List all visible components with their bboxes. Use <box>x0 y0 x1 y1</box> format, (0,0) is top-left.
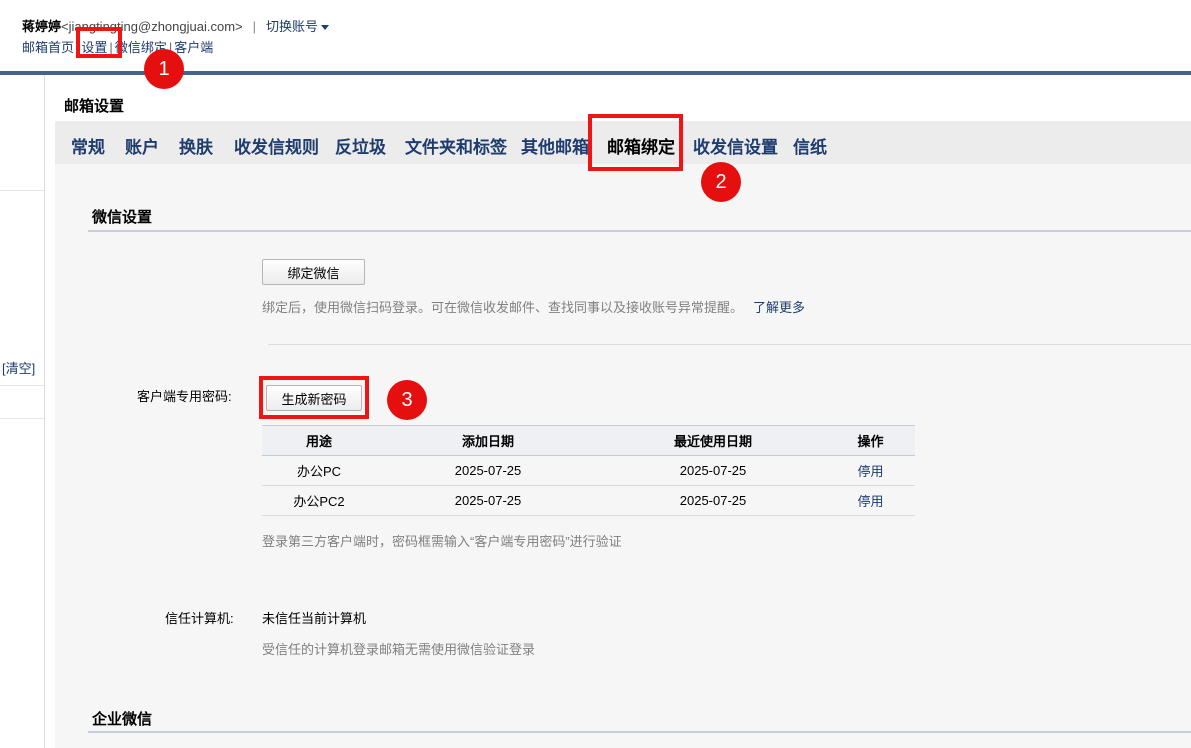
client-password-table: 用途 添加日期 最近使用日期 操作 办公PC 2025-07-25 2025-0… <box>262 425 915 516</box>
trusted-computer-label: 信任计算机: <box>165 611 234 626</box>
tab-anti-spam[interactable]: 反垃圾 <box>335 133 386 158</box>
nav-client[interactable]: 客户端 <box>174 40 213 55</box>
highlight-box-binding-tab <box>588 114 683 171</box>
wechat-section-title: 微信设置 <box>92 209 153 226</box>
client-password-label: 客户端专用密码: <box>137 389 232 404</box>
table-row: 办公PC 2025-07-25 2025-07-25 停用 <box>262 455 915 486</box>
sidebar-divider <box>0 385 44 386</box>
wechat-hint: 绑定后，使用微信扫码登录。可在微信收发邮件、查找同事以及接收账号异常提醒。 了解更… <box>262 297 805 316</box>
switch-account-label: 切换账号 <box>266 19 319 34</box>
highlight-box-settings <box>76 27 122 58</box>
sidebar-divider <box>0 418 44 419</box>
sidebar-clear-link[interactable]: [清空] <box>2 358 35 377</box>
col-action: 操作 <box>826 425 915 456</box>
switch-account-link[interactable]: 切换账号 <box>266 19 330 34</box>
table-row: 办公PC2 2025-07-25 2025-07-25 停用 <box>262 485 915 516</box>
col-purpose: 用途 <box>262 425 376 456</box>
step-badge-2: 2 <box>701 162 741 202</box>
cell-purpose: 办公PC2 <box>262 485 376 516</box>
client-password-hint: 登录第三方客户端时，密码框需输入“客户端专用密码”进行验证 <box>262 534 622 549</box>
section-divider <box>88 731 1191 733</box>
nav-mail-home[interactable]: 邮箱首页 <box>22 40 74 55</box>
tab-stationery[interactable]: 信纸 <box>793 133 827 158</box>
col-last-used: 最近使用日期 <box>600 425 826 456</box>
cell-last-used: 2025-07-25 <box>600 485 826 516</box>
tab-other-mailbox[interactable]: 其他邮箱 <box>521 133 589 158</box>
step-badge-1: 1 <box>144 49 184 89</box>
sidebar-divider <box>0 190 44 191</box>
caret-down-icon <box>321 25 330 31</box>
account-line: 蒋婷婷<jiangtingting@zhongjuai.com> | 切换账号 <box>22 16 330 35</box>
divider <box>268 344 1191 345</box>
tab-skin[interactable]: 换肤 <box>179 133 213 158</box>
page-title: 邮箱设置 <box>64 98 125 115</box>
disable-link[interactable]: 停用 <box>826 485 915 516</box>
section-divider <box>88 230 1191 232</box>
tab-general[interactable]: 常规 <box>71 133 105 158</box>
tab-folders-tags[interactable]: 文件夹和标签 <box>405 133 507 158</box>
step-badge-3: 3 <box>387 380 427 420</box>
cell-added: 2025-07-25 <box>376 485 600 516</box>
disable-link[interactable]: 停用 <box>826 455 915 486</box>
cell-purpose: 办公PC <box>262 455 376 486</box>
trusted-computer-status: 未信任当前计算机 <box>262 611 367 626</box>
bind-wechat-button[interactable]: 绑定微信 <box>262 259 365 285</box>
separator: | <box>252 19 256 34</box>
cell-last-used: 2025-07-25 <box>600 455 826 486</box>
learn-more-link[interactable]: 了解更多 <box>753 300 805 315</box>
highlight-box-generate <box>259 376 369 419</box>
cell-added: 2025-07-25 <box>376 455 600 486</box>
enterprise-wechat-title: 企业微信 <box>92 711 153 728</box>
tab-account[interactable]: 账户 <box>125 133 159 158</box>
wechat-hint-text: 绑定后，使用微信扫码登录。可在微信收发邮件、查找同事以及接收账号异常提醒。 <box>262 300 744 315</box>
col-added: 添加日期 <box>376 425 600 456</box>
left-sidebar: [清空] <box>0 75 45 748</box>
user-name: 蒋婷婷 <box>22 19 62 34</box>
table-header-row: 用途 添加日期 最近使用日期 操作 <box>262 425 915 456</box>
tab-mail-rules[interactable]: 收发信规则 <box>234 133 319 158</box>
tab-send-receive[interactable]: 收发信设置 <box>693 133 778 158</box>
trusted-computer-hint: 受信任的计算机登录邮箱无需使用微信验证登录 <box>262 642 536 657</box>
